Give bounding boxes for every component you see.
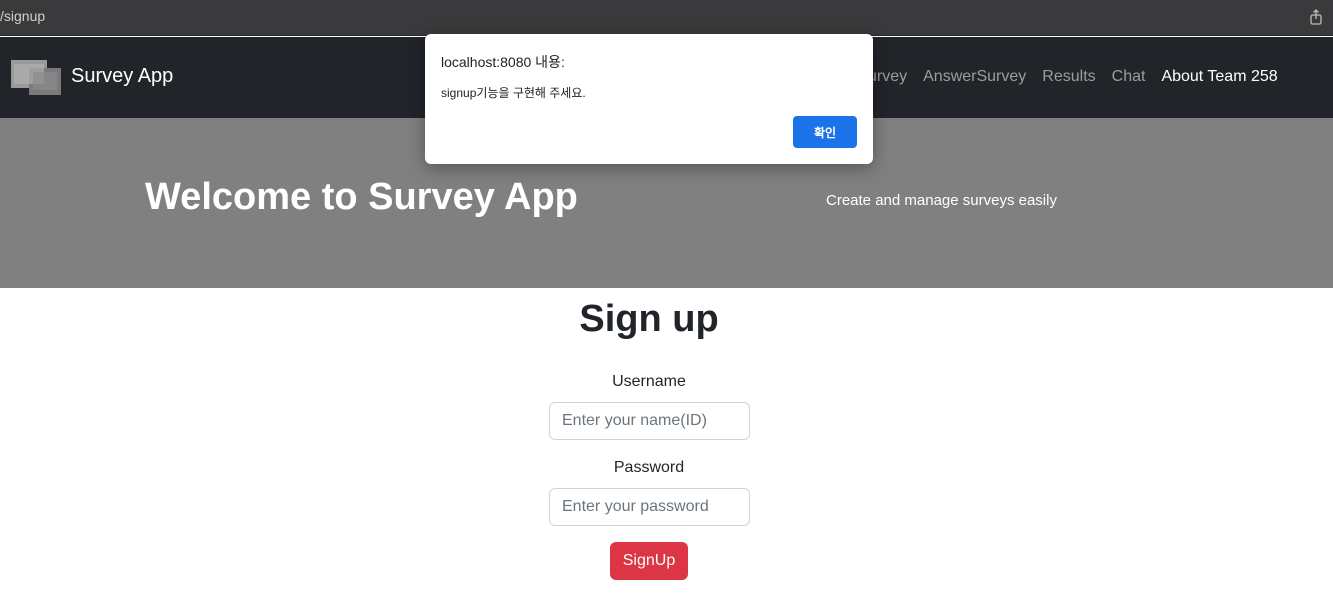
nav-link-about-team[interactable]: About Team 258: [1161, 68, 1277, 86]
signup-form: Sign up Username Password SignUp: [0, 288, 1333, 600]
dialog-ok-button[interactable]: 확인: [793, 116, 857, 148]
browser-address-bar: /signup: [0, 0, 1333, 36]
url-text[interactable]: /signup: [0, 8, 45, 24]
team-logo-image[interactable]: [11, 60, 61, 95]
nav-links: urvey AnswerSurvey Results Chat About Te…: [868, 68, 1278, 86]
nav-link-answer-survey[interactable]: AnswerSurvey: [923, 68, 1026, 86]
share-icon[interactable]: [1309, 9, 1323, 25]
hero-title: Welcome to Survey App: [145, 176, 578, 218]
username-input[interactable]: [549, 402, 750, 440]
nav-link-create-survey[interactable]: urvey: [868, 68, 907, 86]
password-input[interactable]: [549, 488, 750, 526]
alert-dialog: localhost:8080 내용: signup기능을 구현해 주세요. 확인: [425, 34, 873, 164]
page-title: Sign up: [579, 298, 719, 340]
dialog-message: signup기능을 구현해 주세요.: [441, 86, 586, 100]
nav-link-chat[interactable]: Chat: [1112, 68, 1146, 86]
hero-subtitle: Create and manage surveys easily: [826, 192, 1057, 209]
brand-name[interactable]: Survey App: [71, 65, 173, 88]
signup-button[interactable]: SignUp: [610, 542, 688, 580]
dialog-title: localhost:8080 내용:: [441, 54, 565, 70]
username-label: Username: [612, 373, 686, 390]
password-label: Password: [613, 459, 685, 476]
nav-link-results[interactable]: Results: [1042, 68, 1095, 86]
